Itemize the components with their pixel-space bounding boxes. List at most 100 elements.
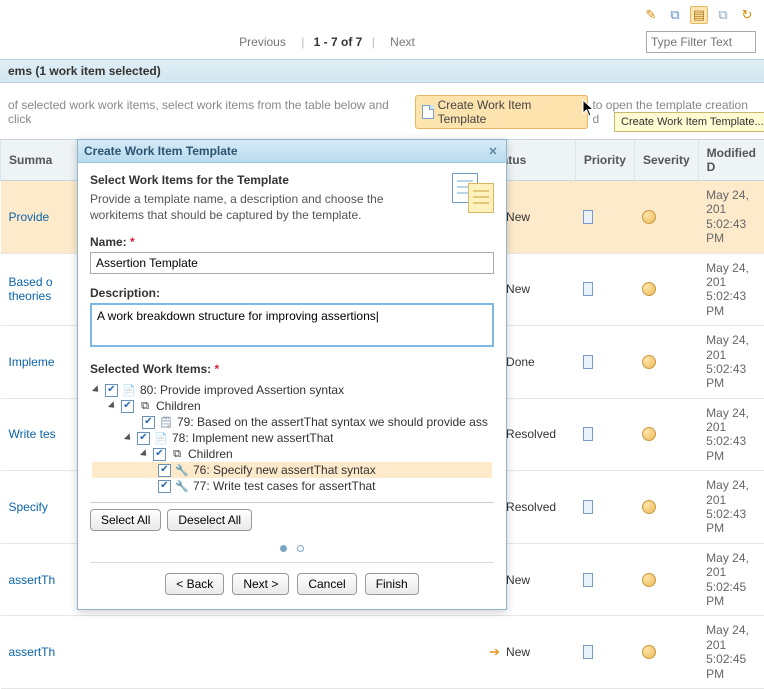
- tree-item[interactable]: ✔ 🗒 79: Based on the assertThat syntax we …: [92, 414, 492, 430]
- task-icon: 🔧: [175, 479, 189, 493]
- summary-cell[interactable]: Provide: [1, 181, 80, 254]
- expand-icon[interactable]: [124, 434, 133, 443]
- step-2-dot: [297, 545, 304, 552]
- tree-item[interactable]: ✔📄78: Implement new assertThat: [92, 430, 492, 446]
- template-icon[interactable]: ▤: [690, 6, 708, 24]
- summary-cell[interactable]: assertTh: [1, 543, 80, 616]
- task-icon: 🔧: [175, 463, 189, 477]
- next-button[interactable]: Next >: [232, 573, 289, 595]
- tree-checkbox[interactable]: ✔: [153, 448, 166, 461]
- create-template-button[interactable]: Create Work Item Template: [415, 95, 589, 129]
- tooltip: Create Work Item Template...: [614, 112, 764, 132]
- select-all-button[interactable]: Select All: [90, 509, 161, 531]
- instruction-row: of selected work work items, select work…: [0, 83, 764, 139]
- back-button[interactable]: < Back: [165, 573, 224, 595]
- tree-checkbox[interactable]: ✔: [158, 480, 171, 493]
- severity-cell: [634, 543, 698, 616]
- wizard-stepper: [90, 545, 494, 552]
- status-cell: ➔New: [481, 616, 575, 689]
- step-1-dot: [280, 545, 287, 552]
- severity-icon: [642, 427, 656, 441]
- priority-cell: [575, 398, 634, 471]
- toolbar: ✎ ⧉ ▤ ⧉ ↻: [0, 0, 764, 28]
- severity-cell: [634, 253, 698, 326]
- name-label: Name: *: [90, 235, 494, 249]
- tree-checkbox[interactable]: ✔: [121, 400, 134, 413]
- severity-cell: [634, 471, 698, 544]
- tree-item-label: 76: Specify new assertThat syntax: [193, 463, 376, 477]
- severity-icon: [642, 500, 656, 514]
- col-modified[interactable]: Modified D: [698, 140, 764, 181]
- tree-item-label: Children: [156, 399, 201, 413]
- modified-cell: May 24, 2015:02:45 PM: [698, 543, 764, 616]
- children-icon: ⧉: [138, 399, 152, 413]
- pager-next[interactable]: Next: [384, 35, 421, 49]
- create-template-dialog: Create Work Item Template ✕ Select Work …: [77, 139, 507, 610]
- tree-item[interactable]: ✔📄80: Provide improved Assertion syntax: [92, 382, 492, 398]
- status-arrow-icon: ➔: [489, 644, 500, 660]
- modified-cell: May 24, 2015:02:43 PM: [698, 326, 764, 399]
- story-icon: 📄: [122, 383, 136, 397]
- table-row[interactable]: assertTh ➔New May 24, 2015:02:45 PM: [1, 616, 764, 689]
- pager-prev[interactable]: Previous: [233, 35, 292, 49]
- close-icon[interactable]: ✕: [486, 144, 500, 158]
- col-severity[interactable]: Severity: [634, 140, 698, 181]
- col-priority[interactable]: Priority: [575, 140, 634, 181]
- expand-icon[interactable]: [140, 450, 149, 459]
- name-input[interactable]: [90, 252, 494, 274]
- modified-cell: May 24, 2015:02:43 PM: [698, 471, 764, 544]
- tree-checkbox[interactable]: ✔: [158, 464, 171, 477]
- cancel-button[interactable]: Cancel: [297, 573, 356, 595]
- priority-icon: [583, 210, 593, 224]
- summary-cell[interactable]: Specify: [1, 471, 80, 544]
- priority-icon: [583, 573, 593, 587]
- tree-item[interactable]: ✔🔧77: Write test cases for assertThat: [92, 478, 492, 494]
- dialog-description: Provide a template name, a description a…: [90, 191, 410, 223]
- copy-icon[interactable]: ⧉: [666, 6, 684, 24]
- expand-icon[interactable]: [92, 386, 101, 395]
- tree-item[interactable]: ✔ ⧉ Children: [92, 398, 492, 414]
- refresh-icon[interactable]: ↻: [738, 6, 756, 24]
- wizard-graphic-icon: [452, 173, 494, 223]
- severity-cell: [634, 616, 698, 689]
- modified-cell: May 24, 2015:02:43 PM: [698, 181, 764, 254]
- dialog-subheading: Select Work Items for the Template: [90, 173, 289, 187]
- modified-cell: May 24, 2015:02:45 PM: [698, 616, 764, 689]
- tree-checkbox[interactable]: ✔: [142, 416, 155, 429]
- story-icon: 📄: [154, 431, 168, 445]
- plan-icon: 🗒: [159, 415, 173, 429]
- filter-input[interactable]: [646, 31, 756, 53]
- expand-icon[interactable]: [108, 402, 117, 411]
- priority-cell: [575, 181, 634, 254]
- finish-button[interactable]: Finish: [365, 573, 419, 595]
- tree-item[interactable]: ✔ 🔧 76: Specify new assertThat syntax: [92, 462, 492, 478]
- summary-cell[interactable]: Impleme: [1, 326, 80, 399]
- summary-cell[interactable]: Write tes: [1, 398, 80, 471]
- tree-item-label: 79: Based on the assertThat syntax we sh…: [177, 415, 488, 429]
- severity-cell: [634, 326, 698, 399]
- summary-cell[interactable]: assertTh: [1, 616, 80, 689]
- priority-cell: [575, 543, 634, 616]
- modified-cell: May 24, 2015:02:43 PM: [698, 398, 764, 471]
- tree-item[interactable]: ✔ ⧉ Children: [92, 446, 492, 462]
- children-icon: ⧉: [170, 447, 184, 461]
- severity-icon: [642, 210, 656, 224]
- col-summary[interactable]: Summa: [1, 140, 80, 181]
- pager: Previous | 1 - 7 of 7 | Next: [8, 35, 646, 49]
- selected-items-tree: ✔📄80: Provide improved Assertion syntax✔…: [90, 380, 494, 503]
- pencil-icon[interactable]: ✎: [642, 6, 660, 24]
- severity-icon: [642, 573, 656, 587]
- tree-checkbox[interactable]: ✔: [137, 432, 150, 445]
- tree-item-label: Children: [188, 447, 233, 461]
- severity-icon: [642, 282, 656, 296]
- severity-icon: [642, 645, 656, 659]
- selection-banner: ems (1 work item selected): [0, 59, 764, 83]
- clone-icon[interactable]: ⧉: [714, 6, 732, 24]
- deselect-all-button[interactable]: Deselect All: [167, 509, 252, 531]
- dialog-title: Create Work Item Template: [84, 144, 238, 158]
- tree-checkbox[interactable]: ✔: [105, 384, 118, 397]
- selected-items-label: Selected Work Items: *: [90, 362, 494, 376]
- summary-cell[interactable]: Based otheories: [1, 253, 80, 326]
- priority-cell: [575, 616, 634, 689]
- description-input[interactable]: [90, 303, 494, 347]
